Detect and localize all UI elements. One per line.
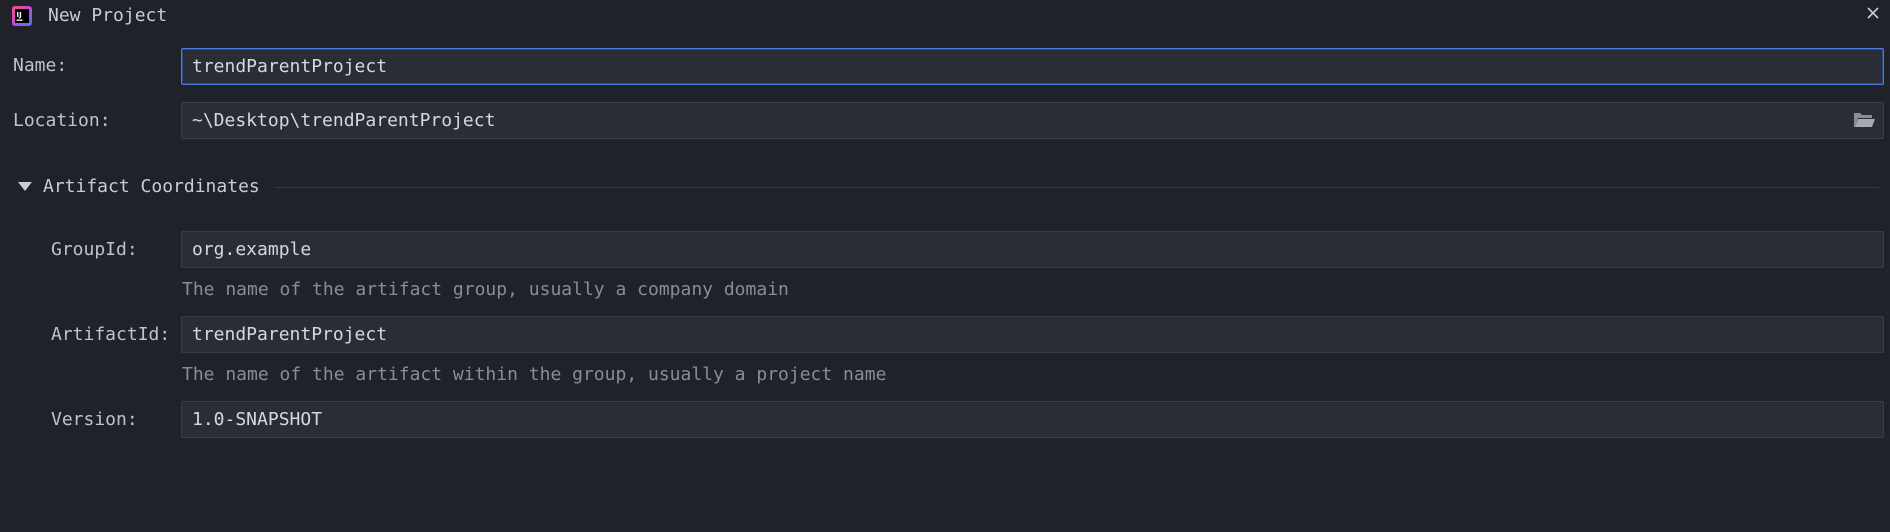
artifact-coordinates-toggle[interactable]: Artifact Coordinates <box>18 176 260 198</box>
name-field[interactable] <box>181 48 1884 85</box>
close-icon[interactable] <box>1862 2 1884 24</box>
section-title: Artifact Coordinates <box>43 176 260 197</box>
intellij-idea-icon: IJ <box>12 6 32 26</box>
svg-text:IJ: IJ <box>17 11 22 19</box>
artifact-id-hint: The name of the artifact within the grou… <box>182 364 887 385</box>
window-title: New Project <box>48 5 168 26</box>
folder-icon[interactable] <box>1852 110 1876 130</box>
group-id-label: GroupId: <box>51 239 138 260</box>
section-divider <box>275 187 1879 188</box>
location-label: Location: <box>13 110 111 131</box>
name-label: Name: <box>13 55 68 76</box>
group-id-hint: The name of the artifact group, usually … <box>182 279 789 300</box>
location-field[interactable] <box>181 102 1884 139</box>
version-field[interactable] <box>181 401 1884 438</box>
artifact-id-label: ArtifactId: <box>51 324 171 345</box>
artifact-id-field[interactable] <box>181 316 1884 353</box>
triangle-down-icon <box>18 182 32 191</box>
location-field-wrapper <box>181 102 1884 139</box>
title-bar: IJ New Project <box>0 0 1890 32</box>
group-id-field[interactable] <box>181 231 1884 268</box>
new-project-dialog: IJ New Project Name: Location: Artifact … <box>0 0 1890 532</box>
version-label: Version: <box>51 409 138 430</box>
